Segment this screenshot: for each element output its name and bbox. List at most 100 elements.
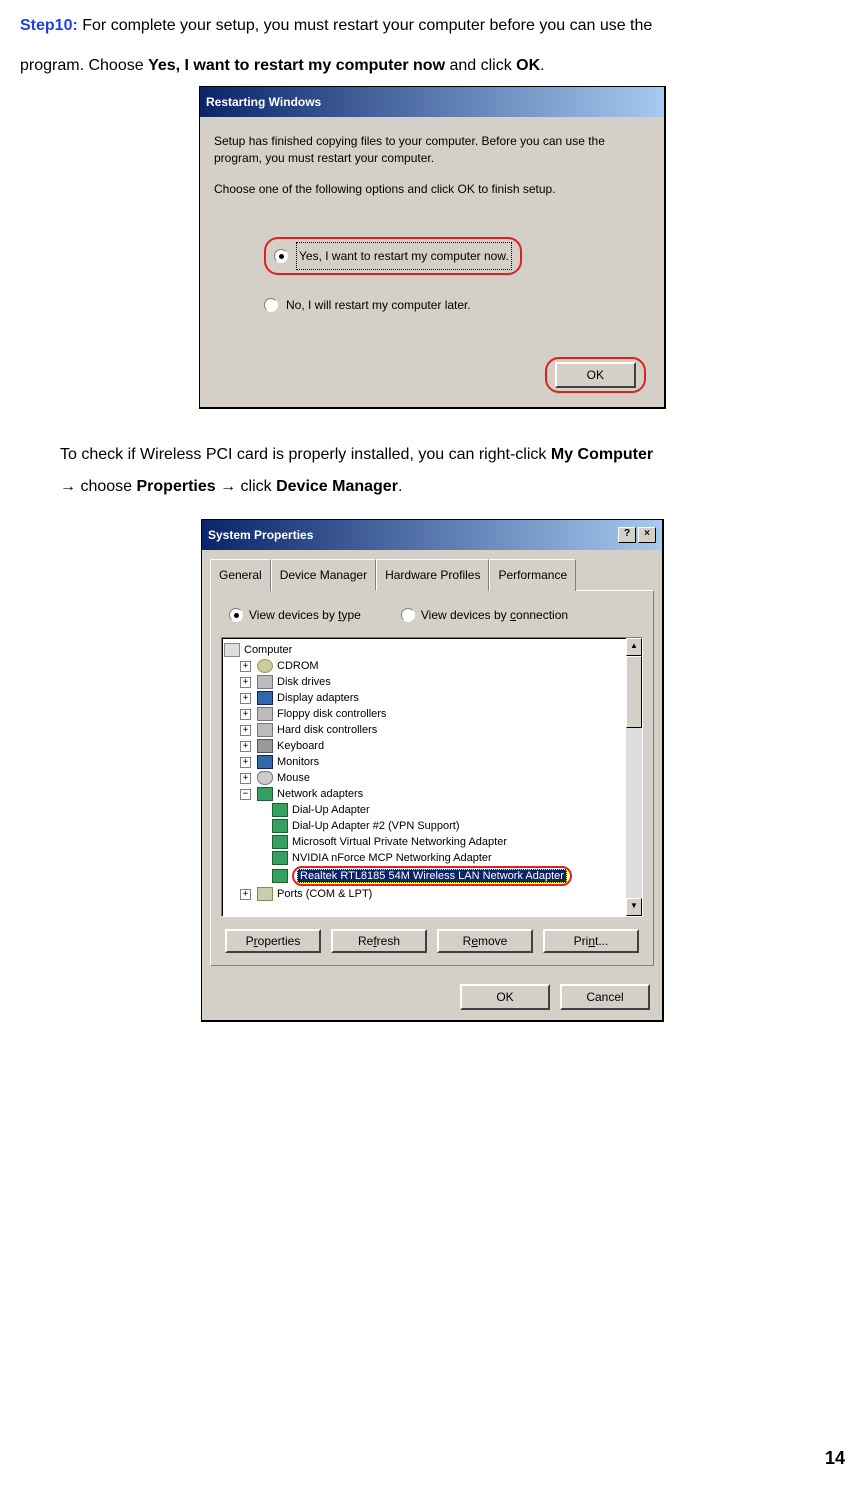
mid-text-b: choose [80, 478, 136, 495]
tree-item[interactable]: +CDROM [240, 658, 640, 674]
tree-root[interactable]: Computer [224, 642, 640, 658]
tree-item[interactable]: +Ports (COM & LPT) [240, 886, 640, 902]
properties-button[interactable]: Properties [225, 929, 321, 953]
print-button[interactable]: Print... [543, 929, 639, 953]
radio-view-by-type[interactable] [229, 608, 243, 622]
help-button[interactable]: ? [618, 527, 636, 543]
tree-item[interactable]: Dial-Up Adapter #2 (VPN Support) [272, 818, 640, 834]
highlight-oval-adapter: Realtek RTL8185 54M Wireless LAN Network… [292, 866, 572, 886]
tree-item[interactable]: +Floppy disk controllers [240, 706, 640, 722]
intro-bold-choice: Yes, I want to restart my computer now [148, 57, 445, 74]
intro-text-b: program. Choose [20, 57, 148, 74]
collapse-icon[interactable]: − [240, 789, 251, 800]
mid-bold-mycomputer: My Computer [551, 446, 653, 463]
tree-item[interactable]: +Display adapters [240, 690, 640, 706]
computer-icon [224, 643, 240, 657]
dialog2-title: System Properties [208, 523, 313, 547]
keyboard-icon [257, 739, 273, 753]
dialog1-msg2: Choose one of the following options and … [214, 181, 650, 198]
mid-bold-devicemgr: Device Manager [276, 478, 398, 495]
intro-text-a: For complete your setup, you must restar… [78, 17, 653, 34]
highlight-oval-yes: Yes, I want to restart my computer now. [264, 237, 522, 275]
system-properties-dialog: System Properties ? × General Device Man… [201, 519, 664, 1022]
monitor-icon [257, 755, 273, 769]
scroll-thumb[interactable] [626, 656, 642, 728]
cdrom-icon [257, 659, 273, 673]
restarting-windows-dialog: Restarting Windows Setup has finished co… [199, 86, 666, 409]
ports-icon [257, 887, 273, 901]
dialog1-titlebar: Restarting Windows [200, 87, 664, 117]
radio-restart-later-label: No, I will restart my computer later. [286, 293, 471, 317]
dialog1-title: Restarting Windows [206, 90, 321, 114]
radio-view-by-type-label: View devices by type [249, 603, 361, 627]
dialog1-ok-button[interactable]: OK [555, 362, 636, 388]
intro-text-c: and click [445, 57, 516, 74]
hdd-icon [257, 723, 273, 737]
expand-icon[interactable]: + [240, 677, 251, 688]
adapter-icon [272, 835, 288, 849]
intro-text-d: . [540, 57, 544, 74]
tree-scrollbar[interactable]: ▲ ▼ [626, 638, 642, 916]
mid-text-d: . [398, 478, 402, 495]
expand-icon[interactable]: + [240, 693, 251, 704]
refresh-button[interactable]: Refresh [331, 929, 427, 953]
mid-bold-properties: Properties [137, 478, 216, 495]
radio-restart-now[interactable] [274, 249, 288, 263]
expand-icon[interactable]: + [240, 725, 251, 736]
expand-icon[interactable]: + [240, 709, 251, 720]
radio-view-by-connection[interactable] [401, 608, 415, 622]
dialog2-titlebar: System Properties ? × [202, 520, 662, 550]
tabs: General Device Manager Hardware Profiles… [202, 550, 662, 590]
expand-icon[interactable]: + [240, 757, 251, 768]
mouse-icon [257, 771, 273, 785]
tab-hardware-profiles[interactable]: Hardware Profiles [376, 559, 489, 591]
scroll-down-icon[interactable]: ▼ [626, 898, 642, 916]
close-button[interactable]: × [638, 527, 656, 543]
adapter-icon [272, 851, 288, 865]
intro-bold-ok: OK [516, 57, 540, 74]
scroll-up-icon[interactable]: ▲ [626, 638, 642, 656]
device-manager-panel: View devices by type View devices by con… [210, 590, 654, 966]
adapter-icon [272, 819, 288, 833]
radio-restart-later[interactable] [264, 298, 278, 312]
tree-item[interactable]: +Mouse [240, 770, 640, 786]
expand-icon[interactable]: + [240, 741, 251, 752]
tab-general[interactable]: General [210, 559, 271, 591]
adapter-icon [272, 869, 288, 883]
arrow-icon: → [216, 478, 241, 495]
tree-item-network[interactable]: −Network adapters [240, 786, 640, 802]
step10-paragraph-2: program. Choose Yes, I want to restart m… [20, 50, 845, 82]
tab-performance[interactable]: Performance [489, 559, 576, 591]
network-icon [257, 787, 273, 801]
check-install-paragraph: To check if Wireless PCI card is properl… [60, 439, 845, 503]
expand-icon[interactable]: + [240, 661, 251, 672]
dialog2-cancel-button[interactable]: Cancel [560, 984, 650, 1010]
tree-item[interactable]: NVIDIA nForce MCP Networking Adapter [272, 850, 640, 866]
radio-restart-now-label: Yes, I want to restart my computer now. [296, 242, 512, 270]
tree-item[interactable]: +Keyboard [240, 738, 640, 754]
tree-item[interactable]: +Hard disk controllers [240, 722, 640, 738]
adapter-icon [272, 803, 288, 817]
tree-item-selected[interactable]: Realtek RTL8185 54M Wireless LAN Network… [272, 866, 640, 886]
mid-text-a: To check if Wireless PCI card is properl… [60, 446, 551, 463]
page-number: 14 [825, 1440, 845, 1476]
tab-device-manager[interactable]: Device Manager [271, 559, 376, 591]
highlight-oval-ok: OK [545, 357, 646, 393]
device-tree[interactable]: Computer +CDROM +Disk drives +Display ad… [221, 637, 643, 917]
expand-icon[interactable]: + [240, 773, 251, 784]
tree-item[interactable]: +Disk drives [240, 674, 640, 690]
step10-paragraph: Step10: For complete your setup, you mus… [20, 10, 845, 42]
remove-button[interactable]: Remove [437, 929, 533, 953]
tree-item[interactable]: Dial-Up Adapter [272, 802, 640, 818]
display-icon [257, 691, 273, 705]
step-label: Step10: [20, 17, 78, 34]
dialog1-msg1: Setup has finished copying files to your… [214, 133, 650, 167]
tree-item[interactable]: +Monitors [240, 754, 640, 770]
floppy-icon [257, 707, 273, 721]
expand-icon[interactable]: + [240, 889, 251, 900]
disk-icon [257, 675, 273, 689]
dialog2-ok-button[interactable]: OK [460, 984, 550, 1010]
radio-view-by-connection-label: View devices by connection [421, 603, 568, 627]
mid-text-c: click [241, 478, 277, 495]
tree-item[interactable]: Microsoft Virtual Private Networking Ada… [272, 834, 640, 850]
